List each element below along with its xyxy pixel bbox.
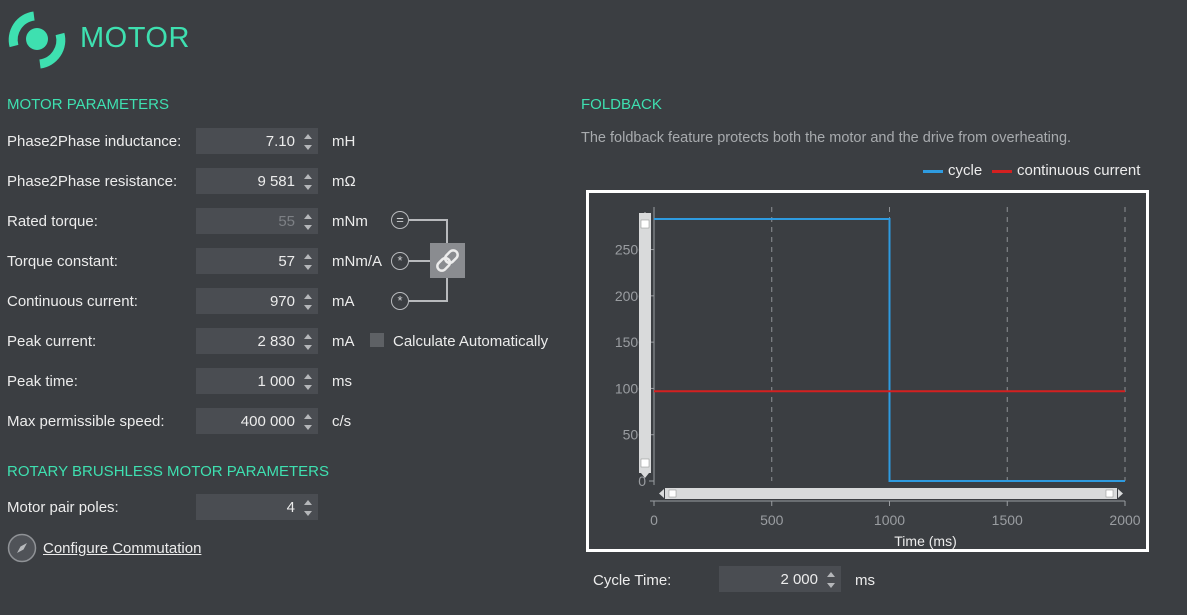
vertical-scrollbar[interactable] bbox=[639, 213, 651, 473]
increment-icon[interactable] bbox=[304, 500, 312, 505]
continuous-current-unit: mA bbox=[332, 293, 355, 310]
resistance-unit: mΩ bbox=[332, 173, 356, 190]
peak-current-input[interactable]: 2 830 bbox=[196, 328, 318, 354]
link-parameters-button[interactable] bbox=[430, 243, 465, 278]
pair-poles-label: Motor pair poles: bbox=[7, 499, 119, 516]
scrollbar-handle-bottom[interactable] bbox=[640, 458, 650, 468]
torque-constant-input[interactable]: 57 bbox=[196, 248, 318, 274]
foldback-chart: 0 500 1000 1500 2000 2500 0 500 1000 1500 2000 Time… bbox=[586, 190, 1149, 552]
inductance-input[interactable]: 7.10 bbox=[196, 128, 318, 154]
continuous-current-label: Continuous current: bbox=[7, 293, 138, 310]
torque-constant-unit: mNm/A bbox=[332, 253, 382, 270]
compass-icon[interactable] bbox=[7, 533, 37, 563]
legend-swatch-cycle bbox=[923, 170, 943, 173]
configure-commutation-link[interactable]: Configure Commutation bbox=[43, 540, 201, 557]
motor-logo-icon bbox=[8, 11, 66, 69]
equals-icon: = bbox=[391, 211, 409, 229]
resistance-input[interactable]: 9 581 bbox=[196, 168, 318, 194]
inductance-label: Phase2Phase inductance: bbox=[7, 133, 182, 150]
foldback-chart-svg: 050010001500200025000 500 1000 1500 2000Time… bbox=[615, 207, 1141, 549]
torque-constant-label: Torque constant: bbox=[7, 253, 118, 270]
x-tick-label: 2000 bbox=[1109, 512, 1140, 528]
cycle-time-stepper[interactable]: 2 000 bbox=[719, 566, 841, 592]
decrement-icon[interactable] bbox=[304, 385, 312, 390]
increment-icon[interactable] bbox=[304, 134, 312, 139]
scroll-left-icon[interactable] bbox=[659, 489, 664, 498]
increment-icon[interactable] bbox=[304, 214, 312, 219]
increment-icon[interactable] bbox=[304, 374, 312, 379]
continuous-current-input[interactable]: 970 bbox=[196, 288, 318, 314]
decrement-icon[interactable] bbox=[304, 345, 312, 350]
multiply-icon: * bbox=[391, 252, 409, 270]
decrement-icon[interactable] bbox=[304, 145, 312, 150]
increment-icon[interactable] bbox=[304, 294, 312, 299]
legend-label-cycle: cycle bbox=[948, 162, 983, 179]
decrement-icon[interactable] bbox=[304, 225, 312, 230]
increment-icon[interactable] bbox=[304, 414, 312, 419]
link-connector-line bbox=[409, 260, 431, 262]
peak-current-label: Peak current: bbox=[7, 333, 97, 350]
rated-torque-label: Rated torque: bbox=[7, 213, 98, 230]
legend-swatch-continuous bbox=[992, 170, 1012, 173]
legend-label-continuous: continuous current bbox=[1017, 162, 1141, 179]
series-line-cycle bbox=[654, 218, 1125, 482]
increment-icon[interactable] bbox=[827, 572, 835, 577]
scrollbar-handle-left[interactable] bbox=[668, 489, 677, 498]
cycle-time-label: Cycle Time: bbox=[593, 572, 672, 589]
increment-icon[interactable] bbox=[304, 254, 312, 259]
rated-torque-unit: mNm bbox=[332, 213, 368, 230]
page-title: MOTOR bbox=[80, 22, 190, 54]
link-connector-line bbox=[409, 300, 448, 302]
rated-torque-input: 55 bbox=[196, 208, 318, 234]
chain-link-icon bbox=[436, 249, 459, 272]
peak-time-input[interactable]: 1 000 bbox=[196, 368, 318, 394]
foldback-description: The foldback feature protects both the m… bbox=[581, 130, 1072, 146]
decrement-icon[interactable] bbox=[304, 305, 312, 310]
motor-parameters-heading: MOTOR PARAMETERS bbox=[7, 96, 169, 113]
x-tick-label: 500 bbox=[760, 512, 784, 528]
rotary-parameters-heading: ROTARY BRUSHLESS MOTOR PARAMETERS bbox=[7, 463, 330, 480]
cycle-time-unit: ms bbox=[855, 572, 875, 589]
peak-time-unit: ms bbox=[332, 373, 352, 390]
calculate-automatically-label: Calculate Automatically bbox=[393, 333, 549, 350]
resistance-label: Phase2Phase resistance: bbox=[7, 173, 178, 190]
scroll-right-icon[interactable] bbox=[1118, 489, 1123, 498]
x-tick-label: 0 bbox=[650, 512, 658, 528]
scrollbar-handle-top[interactable] bbox=[640, 219, 650, 229]
x-tick-label: 1000 bbox=[874, 512, 905, 528]
calculate-automatically-checkbox[interactable] bbox=[370, 333, 384, 347]
x-axis-title: Time (ms) bbox=[894, 533, 956, 549]
decrement-icon[interactable] bbox=[304, 265, 312, 270]
peak-current-unit: mA bbox=[332, 333, 355, 350]
scrollbar-handle-right[interactable] bbox=[1105, 489, 1114, 498]
foldback-heading: FOLDBACK bbox=[581, 96, 662, 113]
inductance-unit: mH bbox=[332, 133, 356, 150]
increment-icon[interactable] bbox=[304, 174, 312, 179]
link-connector-line bbox=[446, 219, 448, 244]
max-speed-input[interactable]: 400 000 bbox=[196, 408, 318, 434]
increment-icon[interactable] bbox=[304, 334, 312, 339]
decrement-icon[interactable] bbox=[304, 425, 312, 430]
decrement-icon[interactable] bbox=[304, 185, 312, 190]
multiply-icon: * bbox=[391, 292, 409, 310]
x-tick-label: 1500 bbox=[992, 512, 1023, 528]
horizontal-scrollbar[interactable] bbox=[665, 488, 1117, 499]
pair-poles-stepper[interactable]: 4 bbox=[196, 494, 318, 520]
decrement-icon[interactable] bbox=[827, 583, 835, 588]
max-speed-unit: c/s bbox=[332, 413, 352, 430]
link-connector-line bbox=[446, 277, 448, 302]
max-speed-label: Max permissible speed: bbox=[7, 413, 165, 430]
link-connector-line bbox=[409, 219, 448, 221]
peak-time-label: Peak time: bbox=[7, 373, 78, 390]
decrement-icon[interactable] bbox=[304, 511, 312, 516]
